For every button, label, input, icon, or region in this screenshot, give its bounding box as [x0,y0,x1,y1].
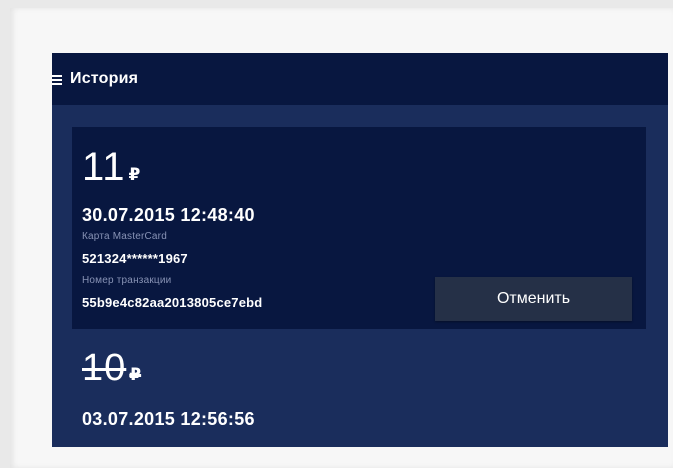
app-toolbar: История [52,53,668,105]
ruble-currency-icon: ₽ [129,365,142,384]
transaction-card-expanded[interactable]: 11 ₽ 30.07.2015 12:48:40 Карта MasterCar… [72,127,646,329]
ruble-currency-icon: ₽ [128,165,141,184]
transaction-id-label: Номер транзакции [82,275,172,286]
card-number: 521324******1967 [82,251,188,266]
device-screen: История 11 ₽ 30.07.2015 12:48:40 Карта M… [10,8,673,468]
transaction-id: 55b9e4c82aa2013805ce7ebd [82,295,263,310]
cancelled-transaction-amount[interactable]: 10 ₽ [82,349,141,387]
page-title: История [70,70,139,87]
transaction-amount: 11 ₽ [82,147,140,187]
amount-value: 11 [82,145,126,189]
cancel-transaction-button[interactable]: Отменить [435,277,632,321]
hamburger-menu-icon[interactable] [52,73,64,85]
amount-value: 10 [82,347,127,389]
history-screen: История 11 ₽ 30.07.2015 12:48:40 Карта M… [52,53,668,447]
cancelled-transaction-datetime: 03.07.2015 12:56:56 [82,409,255,429]
transaction-datetime: 30.07.2015 12:48:40 [82,205,255,225]
card-type-label: Карта MasterCard [82,231,167,242]
